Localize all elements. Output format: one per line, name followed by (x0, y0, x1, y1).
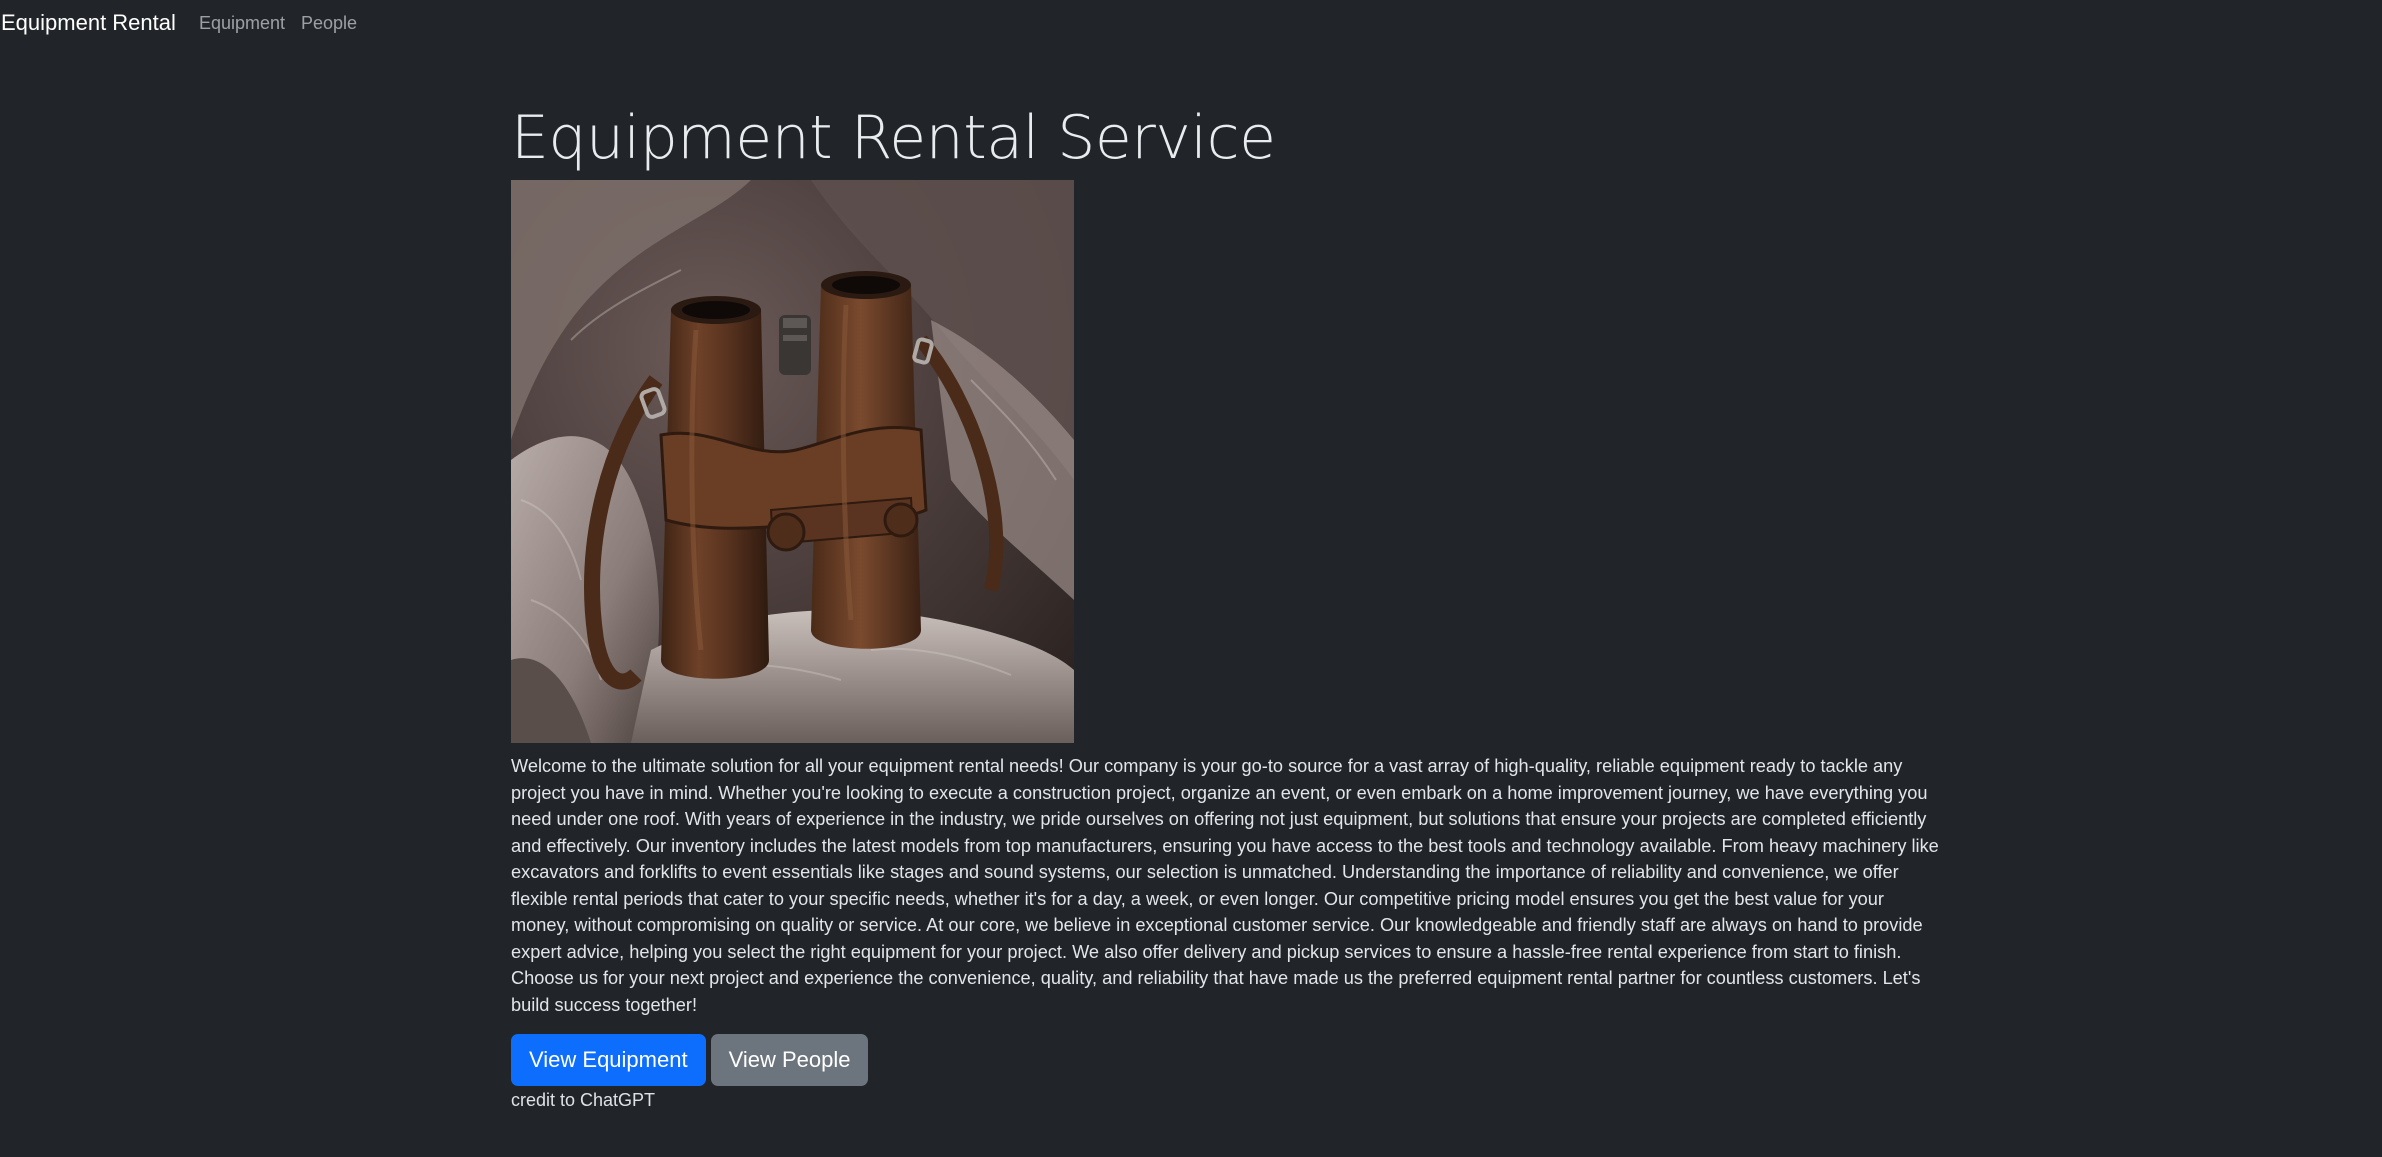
view-equipment-button[interactable]: View Equipment (511, 1034, 706, 1086)
credit-text: credit to ChatGPT (511, 1090, 656, 1110)
navbar-brand[interactable]: Equipment Rental (1, 9, 176, 37)
page-title: Equipment Rental Service (511, 103, 1276, 173)
main-content: Equipment Rental Service Welcome to the … (511, 96, 1943, 1111)
nav-link-equipment[interactable]: Equipment (199, 12, 285, 34)
view-people-button[interactable]: View People (710, 1034, 869, 1086)
nav-link-people[interactable]: People (301, 12, 357, 34)
intro-paragraph: Welcome to the ultimate solution for all… (511, 756, 1939, 1015)
navbar: Equipment Rental Equipment People (0, 0, 2382, 48)
button-group: View Equipment View People (511, 1034, 1943, 1086)
hero-image-binoculars (511, 180, 1074, 743)
